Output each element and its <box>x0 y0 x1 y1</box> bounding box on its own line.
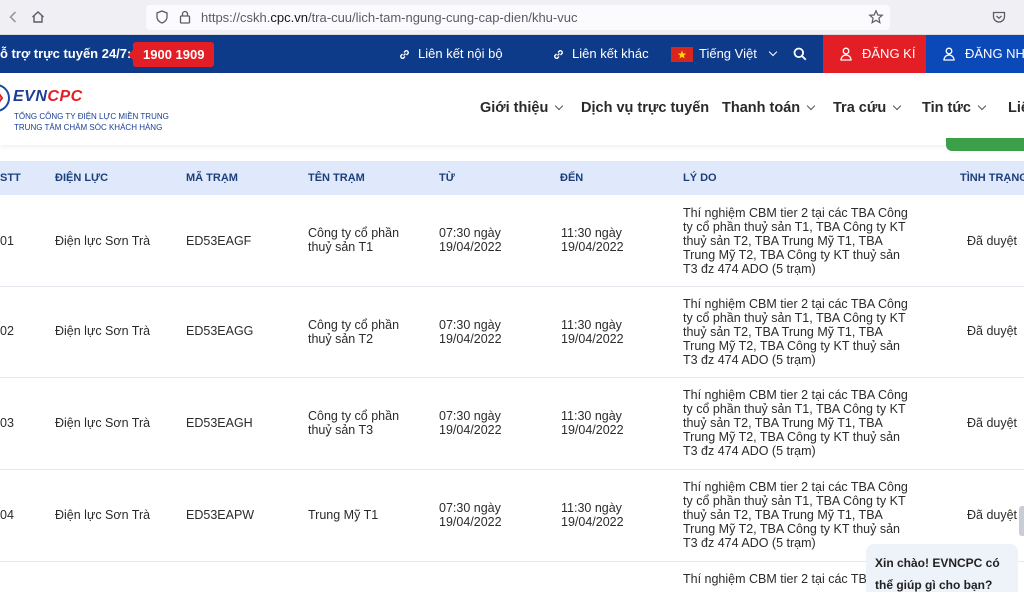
lock-icon[interactable] <box>177 9 193 25</box>
pocket-icon[interactable] <box>991 9 1007 25</box>
home-icon[interactable] <box>30 9 46 25</box>
cell-ly-do: Thí nghiệm CBM tier 2 tại các TBA <box>683 572 876 586</box>
link-icon <box>552 48 565 61</box>
col-ly-do: LÝ DO <box>683 172 717 184</box>
cell-stt: 02 <box>0 324 14 338</box>
cell-stt: 04 <box>0 508 14 522</box>
search-icon[interactable] <box>793 47 807 61</box>
chevron-down-icon <box>555 101 564 111</box>
support-label: ỗ trợ trực tuyến 24/7: <box>0 46 132 61</box>
cell-tinh-trang: Đã duyệt <box>967 324 1018 338</box>
cell-ly-do: Thí nghiệm CBM tier 2 tại các TBA Công t… <box>683 388 908 458</box>
table-header: STT ĐIỆN LỰC MÃ TRẠM TÊN TRẠM TỪ ĐẾN LÝ … <box>0 161 1024 195</box>
cell-tu: 07:30 ngày 19/04/2022 <box>439 226 502 254</box>
nav-tin-tuc[interactable]: Tin tức <box>922 100 987 116</box>
scrollbar-thumb[interactable] <box>1019 506 1024 536</box>
cell-ly-do: Thí nghiệm CBM tier 2 tại các TBA Công t… <box>683 206 908 276</box>
cell-ma-tram: ED53EAPW <box>186 508 255 522</box>
cell-ly-do: Thí nghiệm CBM tier 2 tại các TBA Công t… <box>683 480 908 550</box>
cell-stt: 03 <box>0 416 14 430</box>
url-field[interactable]: https://cskh.cpc.vn/tra-cuu/lich-tam-ngu… <box>146 5 890 30</box>
col-tinh-trang: TÌNH TRẠNG <box>960 172 1024 184</box>
user-icon <box>943 47 955 61</box>
brand-line2: TRUNG TÂM CHĂM SÓC KHÁCH HÀNG <box>14 123 163 132</box>
cell-ma-tram: ED53EAGG <box>186 324 254 338</box>
chevron-down-icon <box>892 101 902 111</box>
user-icon <box>840 47 852 61</box>
cell-ten-tram: Trung Mỹ T1 <box>308 508 379 522</box>
cell-tinh-trang: Đã duyệt <box>967 234 1018 248</box>
nav-thanh-toan[interactable]: Thanh toán <box>722 100 816 116</box>
bookmark-star-icon[interactable] <box>868 9 884 25</box>
cell-dien-luc: Điện lực Sơn Trà <box>55 234 151 248</box>
cell-ma-tram: ED53EAGH <box>186 416 253 430</box>
register-button[interactable]: ĐĂNG KÍ <box>823 35 926 73</box>
cell-den: 11:30 ngày 19/04/2022 <box>561 318 624 346</box>
cell-tu: 07:30 ngày 19/04/2022 <box>439 318 502 346</box>
col-ma-tram: MÃ TRẠM <box>186 172 238 184</box>
brand-line1: TỔNG CÔNG TY ĐIỆN LỰC MIỀN TRUNG <box>14 112 169 121</box>
language-selector[interactable]: Tiếng Việt <box>671 35 778 73</box>
cell-ly-do: Thí nghiệm CBM tier 2 tại các TBA Công t… <box>683 297 908 367</box>
login-label: ĐĂNG NHẬ <box>965 46 1024 61</box>
cell-dien-luc: Điện lực Sơn Trà <box>55 416 151 430</box>
cell-ten-tram: Công ty cổ phần thuỷ sản T3 <box>308 409 400 437</box>
link-icon <box>398 48 411 61</box>
main-navbar: EVNCPC TỔNG CÔNG TY ĐIỆN LỰC MIỀN TRUNG … <box>0 73 1024 145</box>
hotline-badge[interactable]: 1900 1909 <box>127 42 215 67</box>
table-row: 01 Điện lực Sơn Trà ED53EAGF Công ty cổ … <box>0 195 1024 287</box>
other-link[interactable]: Liên kết khác <box>552 35 649 73</box>
cell-ma-tram: ED53EAGF <box>186 234 252 248</box>
logo-text[interactable]: EVNCPC <box>13 88 83 106</box>
cell-den: 11:30 ngày 19/04/2022 <box>561 226 624 254</box>
chevron-down-icon <box>977 101 987 111</box>
cell-dien-luc: Điện lực Sơn Trà <box>55 508 151 522</box>
vietnam-flag-icon <box>671 47 693 63</box>
chat-line-2: thể giúp gì cho bạn? <box>875 578 993 592</box>
chevron-down-icon <box>806 101 816 111</box>
cell-ten-tram: Công ty cổ phần thuỷ sản T2 <box>308 318 400 346</box>
nav-tra-cuu[interactable]: Tra cứu <box>833 100 902 116</box>
other-link-label: Liên kết khác <box>572 46 649 61</box>
nav-lien-he[interactable]: Liê <box>1008 100 1024 116</box>
cell-den: 11:30 ngày 19/04/2022 <box>561 409 624 437</box>
top-bar: ỗ trợ trực tuyến 24/7: 1900 1909 Liên kế… <box>0 35 1024 73</box>
nav-dich-vu[interactable]: Dịch vụ trực tuyến <box>581 100 709 116</box>
cell-stt: 01 <box>0 234 14 248</box>
evncpc-logo-icon[interactable] <box>0 81 12 115</box>
chat-line-1: Xin chào! EVNCPC có <box>875 556 1000 570</box>
cell-tinh-trang: Đã duyệt <box>967 508 1018 522</box>
table-row: 03 Điện lực Sơn Trà ED53EAGH Công ty cổ … <box>0 378 1024 470</box>
cell-ten-tram: Công ty cổ phần thuỷ sản T1 <box>308 226 400 254</box>
url-text: https://cskh.cpc.vn/tra-cuu/lich-tam-ngu… <box>201 10 578 25</box>
col-ten-tram: TÊN TRẠM <box>308 172 365 184</box>
internal-link-label: Liên kết nội bộ <box>418 46 503 61</box>
col-den: ĐẾN <box>560 172 584 184</box>
shield-icon[interactable] <box>154 9 170 25</box>
language-label: Tiếng Việt <box>699 46 757 61</box>
cell-tu: 07:30 ngày 19/04/2022 <box>439 409 502 437</box>
back-icon[interactable] <box>6 9 22 25</box>
cell-tinh-trang: Đã duyệt <box>967 416 1018 430</box>
browser-toolbar: https://cskh.cpc.vn/tra-cuu/lich-tam-ngu… <box>0 0 1024 35</box>
table-row: 02 Điện lực Sơn Trà ED53EAGG Công ty cổ … <box>0 287 1024 378</box>
login-button[interactable]: ĐĂNG NHẬ <box>926 35 1024 73</box>
col-tu: TỪ <box>439 172 455 184</box>
col-dien-luc: ĐIỆN LỰC <box>55 172 109 184</box>
cell-den: 11:30 ngày 19/04/2022 <box>561 501 624 529</box>
chevron-down-icon <box>769 47 778 57</box>
register-label: ĐĂNG KÍ <box>862 46 916 61</box>
col-stt: STT <box>0 172 21 184</box>
cell-dien-luc: Điện lực Sơn Trà <box>55 324 151 338</box>
internal-link[interactable]: Liên kết nội bộ <box>398 35 503 73</box>
cell-tu: 07:30 ngày 19/04/2022 <box>439 501 502 529</box>
green-action-button[interactable] <box>946 138 1024 151</box>
chat-widget[interactable]: Xin chào! EVNCPC có thể giúp gì cho bạn? <box>866 544 1018 592</box>
nav-gioi-thieu[interactable]: Giới thiệu <box>480 100 564 116</box>
